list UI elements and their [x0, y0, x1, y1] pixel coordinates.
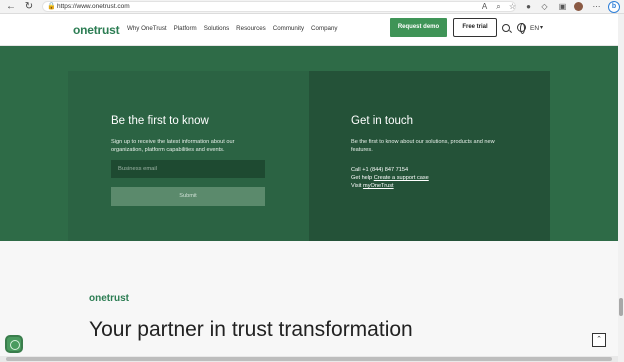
reload-icon[interactable]: ↻: [23, 1, 35, 13]
email-field[interactable]: Business email: [111, 160, 265, 178]
zoom-icon[interactable]: ⌕: [493, 1, 504, 12]
nav-solutions[interactable]: Solutions: [204, 25, 229, 32]
read-aloud-icon[interactable]: A: [479, 1, 490, 12]
browser-toolbar: ← ↻ 🔒 https://www.onetrust.com A ⌕ ☆ ● ◇…: [0, 0, 624, 14]
nav-why-onetrust[interactable]: Why OneTrust: [127, 25, 167, 32]
contact-text: Be the first to know about our solutions…: [351, 139, 495, 153]
url-text: https://www.onetrust.com: [57, 3, 130, 10]
main-nav: Why OneTrust Platform Solutions Resource…: [127, 25, 338, 32]
collections-icon[interactable]: ▣: [557, 1, 568, 12]
section-heading: Your partner in trust transformation: [89, 318, 413, 341]
help-label: Get help: [351, 175, 373, 181]
visit-label: Visit: [351, 183, 362, 189]
contact-help: Get help Create a support case: [351, 175, 429, 181]
nav-platform[interactable]: Platform: [174, 25, 197, 32]
nav-community[interactable]: Community: [273, 25, 304, 32]
copilot-icon[interactable]: b: [608, 1, 620, 13]
onetrust-logo[interactable]: onetrust: [73, 23, 120, 37]
search-icon[interactable]: [502, 24, 510, 32]
back-to-top-icon[interactable]: ⌃: [592, 333, 606, 347]
newsletter-text: Sign up to receive the latest informatio…: [111, 139, 235, 153]
contact-panel: [309, 71, 550, 241]
contact-call: Call +1 (844) 847 7154: [351, 167, 408, 173]
back-icon[interactable]: ←: [5, 1, 17, 13]
site-header: onetrust Why OneTrust Platform Solutions…: [0, 14, 618, 46]
nav-company[interactable]: Company: [311, 25, 337, 32]
newsletter-heading: Be the first to know: [111, 115, 209, 127]
extensions-icon[interactable]: ◇: [539, 1, 550, 12]
myonetrust-link[interactable]: myOneTrust: [363, 183, 394, 189]
cookie-settings-icon[interactable]: [5, 335, 23, 353]
free-trial-button[interactable]: Free trial: [453, 18, 497, 37]
phone-number[interactable]: +1 (844) 847 7154: [362, 167, 408, 173]
favorite-icon[interactable]: ☆: [507, 1, 518, 12]
address-bar[interactable]: 🔒 https://www.onetrust.com: [42, 1, 516, 12]
language-selector[interactable]: EN: [530, 25, 539, 32]
request-demo-button[interactable]: Request demo: [390, 18, 447, 37]
vertical-scrollbar-thumb[interactable]: [619, 298, 623, 316]
contact-heading: Get in touch: [351, 115, 414, 127]
horizontal-scrollbar-thumb[interactable]: [6, 357, 612, 361]
nav-resources[interactable]: Resources: [236, 25, 266, 32]
onetrust-logo-footer: onetrust: [89, 293, 129, 304]
call-label: Call: [351, 167, 361, 173]
newsletter-panel: [68, 71, 309, 241]
chevron-down-icon[interactable]: ▾: [540, 24, 543, 31]
globe-icon[interactable]: [517, 23, 526, 34]
support-case-link[interactable]: Create a support case: [374, 175, 429, 181]
submit-button[interactable]: Submit: [111, 187, 265, 206]
contact-visit: Visit myOneTrust: [351, 183, 394, 189]
extension-icon[interactable]: ●: [523, 1, 534, 12]
lock-icon: 🔒: [47, 3, 56, 10]
more-icon[interactable]: ⋯: [591, 1, 602, 12]
profile-avatar[interactable]: [574, 2, 583, 11]
